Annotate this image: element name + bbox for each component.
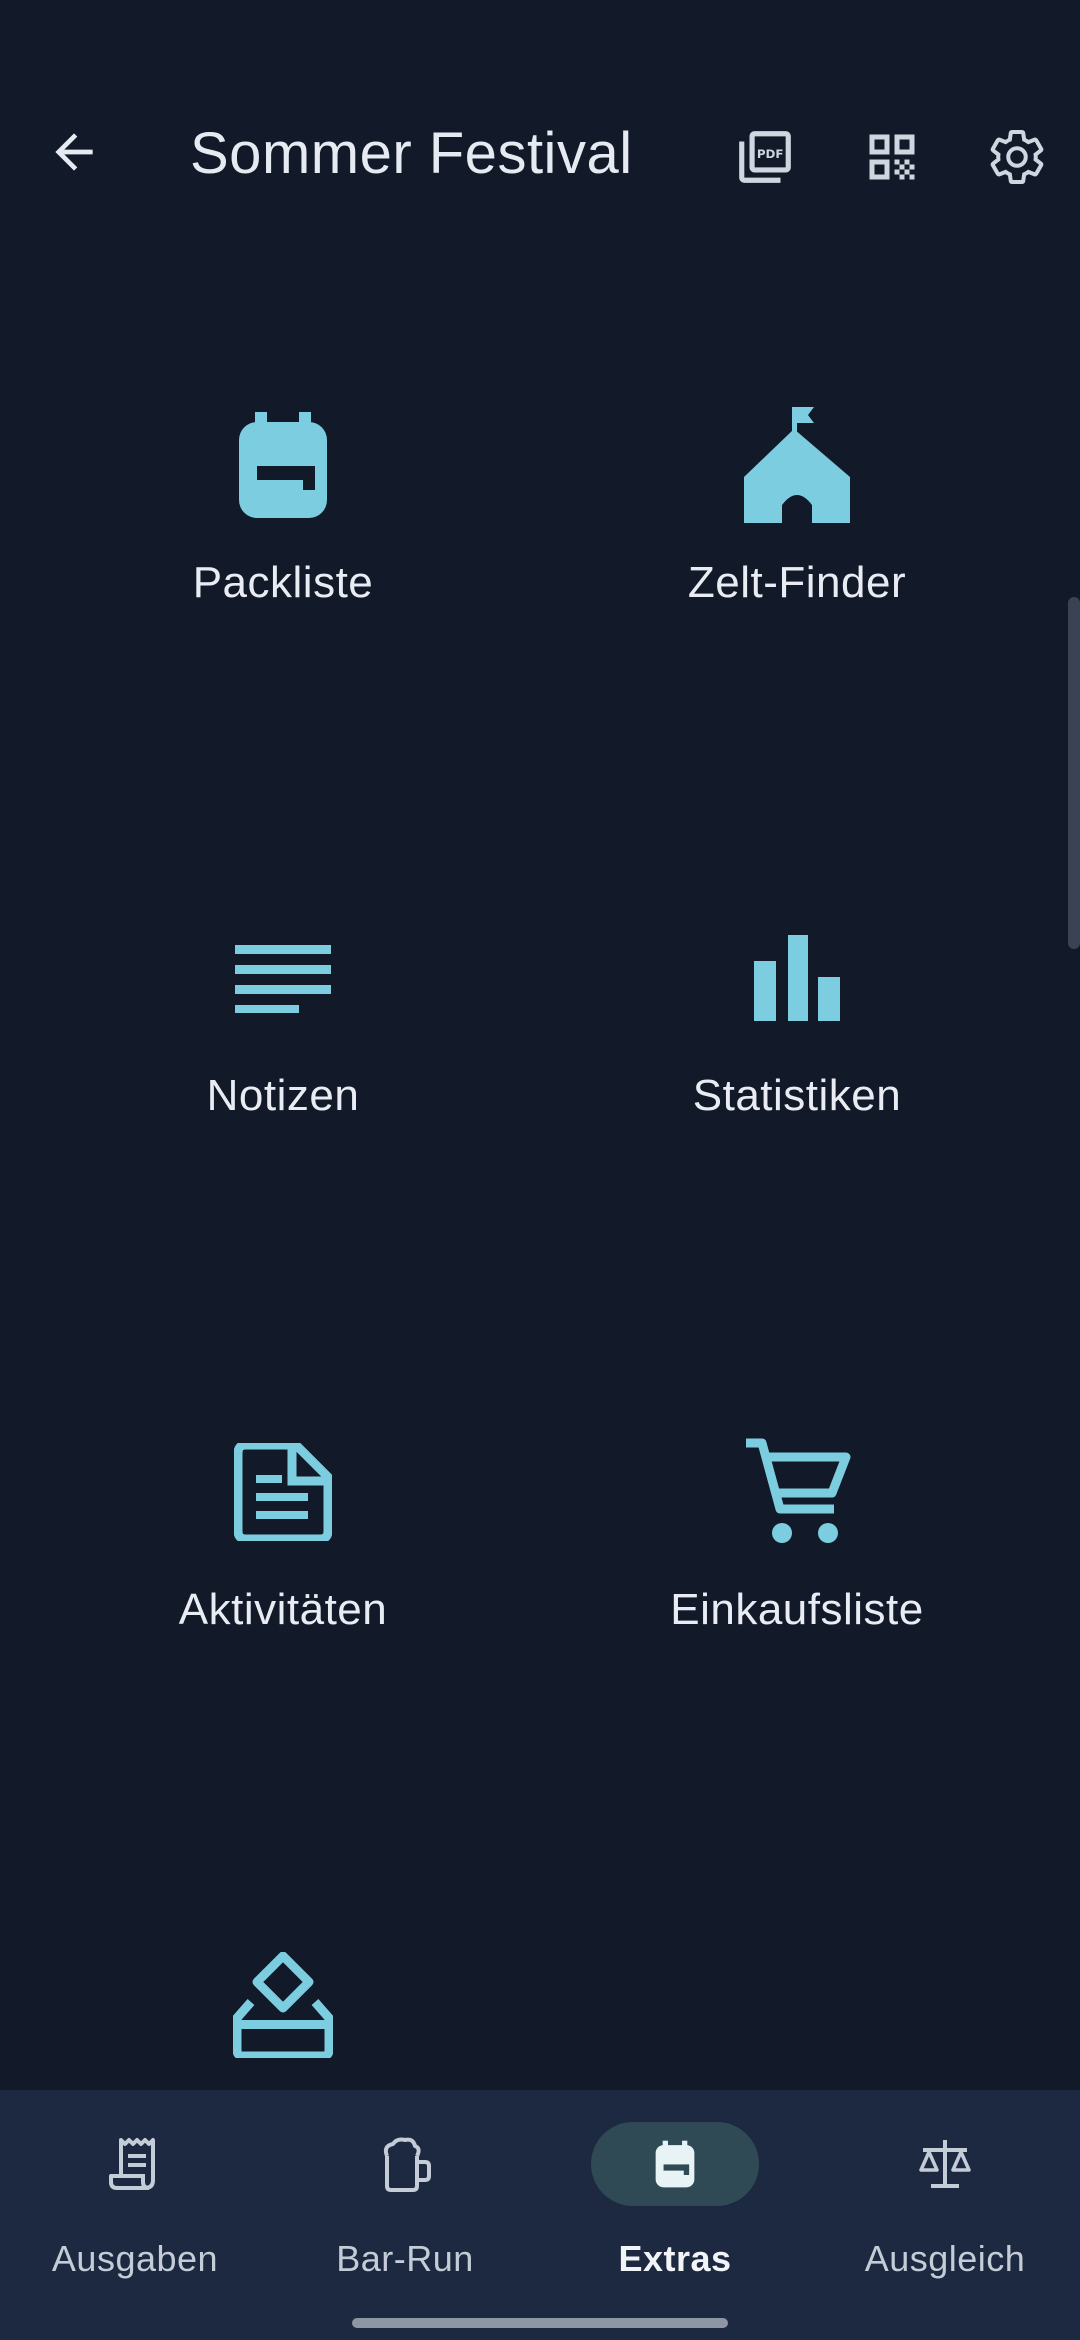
pdf-export-button[interactable]: PDF	[730, 122, 800, 192]
pdf-export-icon: PDF	[739, 131, 791, 183]
extra-label: Statistiken	[692, 1071, 902, 1120]
beer-mug-icon	[383, 2137, 431, 2192]
arrow-left-icon	[55, 133, 93, 171]
shopping-cart-icon	[746, 1438, 851, 1543]
qr-code-button[interactable]	[857, 122, 927, 192]
svg-text:PDF: PDF	[757, 147, 784, 161]
top-app-bar: Sommer Festival PDF	[0, 0, 1080, 320]
nav-label: Ausgaben	[51, 2238, 219, 2279]
bottom-navigation: Ausgaben Bar-Run Extras Ausgleich	[0, 2090, 1080, 2340]
nav-label: Bar-Run	[336, 2238, 474, 2279]
nav-item-ausgaben[interactable]: Ausgaben	[0, 2090, 270, 2310]
page-title: Sommer Festival	[190, 121, 633, 186]
extra-tile-einkaufsliste[interactable]: Einkaufsliste	[567, 1427, 1027, 1767]
extra-label: Zelt-Finder	[687, 558, 907, 607]
bar-chart-icon	[754, 935, 840, 1021]
back-button[interactable]	[40, 118, 108, 186]
nav-label: Extras	[618, 2238, 732, 2279]
settings-button[interactable]	[982, 122, 1052, 192]
nav-item-extras[interactable]: Extras	[540, 2090, 810, 2310]
tent-icon	[744, 407, 850, 523]
balance-scale-icon	[919, 2140, 971, 2188]
extra-tile-packliste[interactable]: Packliste	[53, 400, 513, 740]
scrollbar[interactable]	[1068, 597, 1080, 949]
backpack-icon	[655, 2140, 695, 2188]
ballot-box-icon	[233, 1952, 333, 2058]
qr-code-icon	[869, 134, 915, 180]
receipt-icon	[109, 2138, 155, 2190]
backpack-icon	[239, 412, 327, 518]
extra-tile-zelt-finder[interactable]: Zelt-Finder	[567, 400, 1027, 740]
extra-label: Einkaufsliste	[670, 1585, 924, 1634]
nav-label: Ausgleich	[864, 2238, 1026, 2279]
extra-tile-aktivitaeten[interactable]: Aktivitäten	[53, 1427, 513, 1767]
home-indicator[interactable]	[352, 2318, 728, 2328]
extra-label: Aktivitäten	[178, 1585, 388, 1634]
extra-tile-statistiken[interactable]: Statistiken	[567, 913, 1027, 1253]
document-icon	[234, 1443, 332, 1541]
notes-icon	[235, 945, 331, 1013]
nav-item-ausgleich[interactable]: Ausgleich	[810, 2090, 1080, 2310]
nav-item-bar-run[interactable]: Bar-Run	[270, 2090, 540, 2310]
extra-label: Notizen	[206, 1071, 360, 1120]
extra-tile-notizen[interactable]: Notizen	[53, 913, 513, 1253]
extra-label: Packliste	[192, 558, 374, 607]
gear-icon	[990, 130, 1044, 184]
